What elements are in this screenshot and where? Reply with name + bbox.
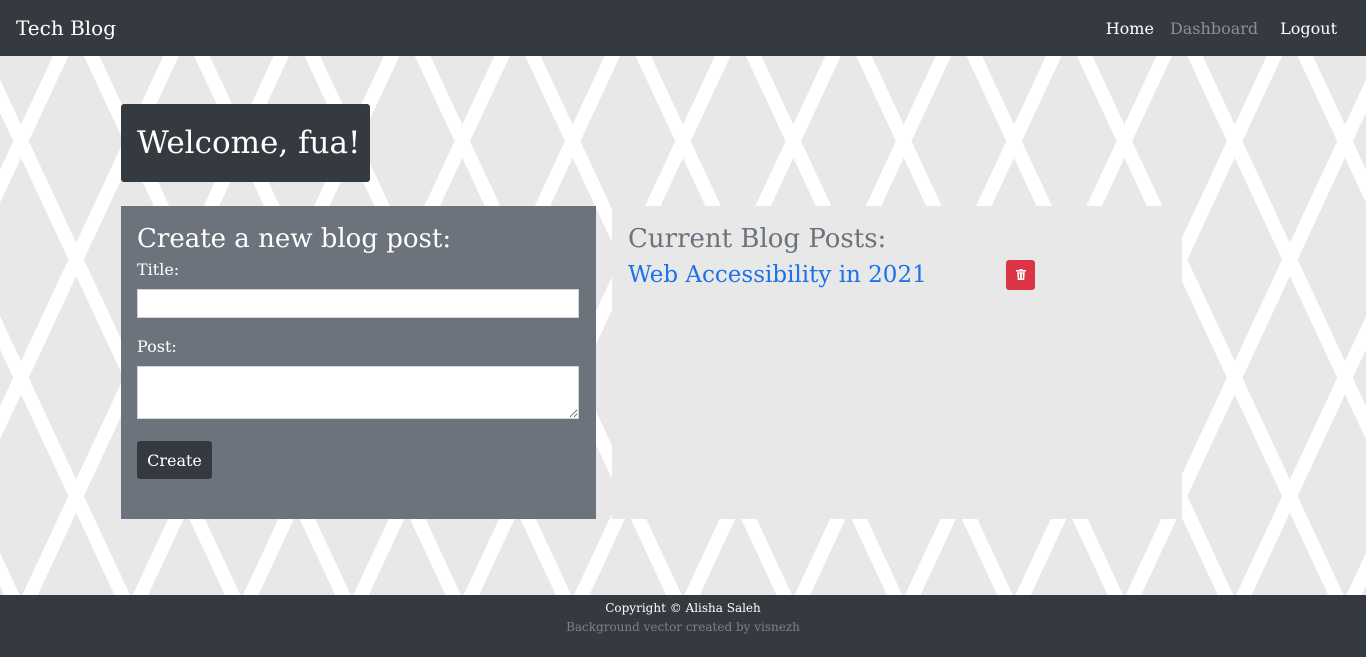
create-button[interactable]: Create	[137, 441, 212, 479]
nav-home-link[interactable]: Home	[1106, 19, 1154, 38]
trash-icon	[1015, 268, 1026, 283]
nav-dashboard-link[interactable]: Dashboard	[1170, 19, 1258, 38]
top-navbar: Tech Blog Home Dashboard Logout	[0, 0, 1366, 56]
delete-post-button[interactable]	[1006, 260, 1035, 290]
welcome-banner: Welcome, fua!	[121, 104, 370, 182]
page-footer: Copyright © Alisha Saleh Background vect…	[0, 595, 1366, 657]
post-list-item: Web Accessibility in 2021	[628, 260, 1166, 290]
post-label: Post:	[137, 337, 177, 356]
current-posts-heading: Current Blog Posts:	[628, 224, 887, 254]
create-post-panel: Create a new blog post: Title: Post: Cre…	[121, 206, 596, 519]
post-textarea[interactable]	[137, 366, 579, 419]
nav-logout-link[interactable]: Logout	[1280, 19, 1337, 38]
brand-link[interactable]: Tech Blog	[16, 16, 116, 40]
create-post-heading: Create a new blog post:	[137, 224, 452, 254]
current-posts-panel: Current Blog Posts: Web Accessibility in…	[612, 206, 1182, 519]
title-label: Title:	[137, 260, 180, 279]
background-credit-text: Background vector created by visnezh	[566, 620, 800, 634]
title-input[interactable]	[137, 289, 579, 318]
post-title-link[interactable]: Web Accessibility in 2021	[628, 262, 1006, 288]
welcome-text: Welcome, fua!	[137, 125, 361, 161]
nav-links: Home Dashboard Logout	[1090, 19, 1350, 38]
copyright-text: Copyright © Alisha Saleh	[605, 601, 761, 615]
